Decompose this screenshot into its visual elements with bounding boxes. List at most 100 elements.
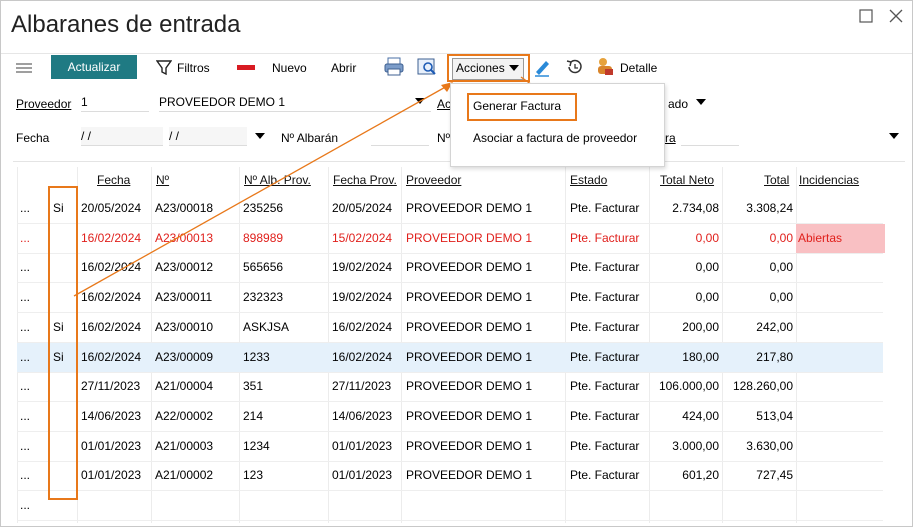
cell-total-neto: 3.000,00 (672, 438, 719, 453)
table-row[interactable]: ... Si 20/05/2024 A23/00018 235256 20/05/2024… (17, 194, 883, 224)
cell-total: 0,00 (769, 260, 793, 275)
chevron-down-icon[interactable] (696, 99, 706, 106)
chevron-down-icon[interactable] (255, 133, 265, 140)
preview-icon[interactable] (416, 57, 438, 77)
date-from-field[interactable]: / / (81, 127, 163, 146)
albaran-field[interactable] (371, 127, 429, 146)
close-icon[interactable] (887, 7, 905, 25)
maximize-icon[interactable] (857, 7, 875, 25)
cell-fecha: 16/02/2024 (81, 230, 142, 245)
col-header-estado[interactable]: Estado (570, 173, 607, 187)
table-row[interactable]: ... Si 16/02/2024 A23/00009 1233 16/02/2024 PR… (17, 342, 883, 373)
cell-incidencias: Abiertas (796, 223, 885, 253)
cell-fecha: 16/02/2024 (81, 260, 142, 275)
refresh-button[interactable]: Actualizar (51, 55, 137, 79)
cell-total: 242,00 (756, 319, 793, 334)
table-row[interactable]: ... 01/01/2023 A21/00003 1234 01/01/2023 PROV… (17, 432, 883, 462)
row-menu[interactable]: ... (20, 372, 40, 401)
row-menu[interactable]: ... (20, 432, 40, 461)
cell-estado: Pte. Facturar (570, 319, 640, 334)
estado-label-partial: ado (668, 97, 689, 111)
table-row[interactable]: ... 16/02/2024 A23/00011 232323 19/02/2024 PR… (17, 283, 883, 314)
cell-proveedor: PROVEEDOR DEMO 1 (406, 319, 533, 334)
table-row[interactable]: ... (17, 491, 883, 521)
row-menu[interactable]: ... (20, 253, 40, 282)
table-row[interactable]: ... 01/01/2023 A21/00002 123 01/01/2023 PROVE… (17, 461, 883, 492)
cell-proveedor (406, 491, 566, 520)
history-icon[interactable] (565, 58, 583, 76)
hamburger-icon[interactable] (15, 61, 33, 75)
col-header-total-neto[interactable]: Total Neto (660, 173, 714, 187)
cell-total-neto: 0,00 (695, 260, 719, 275)
cell-fecha: 20/05/2024 (81, 201, 142, 215)
cell-incidencias (796, 372, 883, 401)
cell-estado (570, 491, 650, 520)
cell-total-neto: 106.000,00 (658, 379, 719, 394)
si-column-highlight (48, 186, 78, 500)
date-label: Fecha (16, 131, 50, 145)
row-menu[interactable]: ... (20, 402, 40, 431)
cell-incidencias (796, 461, 883, 490)
provider-label[interactable]: Proveedor (16, 97, 71, 111)
cell-proveedor: PROVEEDOR DEMO 1 (406, 260, 533, 275)
provider-code-field[interactable]: 1 (81, 93, 149, 112)
chevron-down-icon[interactable] (889, 133, 899, 140)
cell-total-neto: 0,00 (695, 230, 719, 245)
row-menu[interactable]: ... (20, 343, 40, 372)
cell-num: A23/00009 (155, 349, 214, 364)
ra-field[interactable] (681, 127, 739, 146)
chevron-down-icon[interactable] (415, 98, 425, 105)
cell-num: A23/00010 (155, 319, 214, 334)
cell-total: 513,04 (756, 408, 793, 423)
table-row[interactable]: ... 16/02/2024 A23/00013 898989 15/02/2024 PR… (17, 223, 885, 254)
cell-total-neto: 424,00 (682, 408, 719, 423)
cell-total: 217,80 (756, 349, 793, 364)
cell-total-neto: 601,20 (682, 468, 719, 483)
table-row[interactable]: ... 16/02/2024 A23/00012 565656 19/02/2024 PR… (17, 253, 883, 284)
row-menu[interactable]: ... (20, 194, 40, 223)
edit-pencil-icon[interactable] (533, 57, 551, 77)
detail-button[interactable]: Detalle (620, 58, 657, 78)
col-header-fecha-prov[interactable]: Fecha Prov. (333, 173, 397, 187)
new-button[interactable]: Nuevo (272, 58, 307, 78)
cell-fecha: 16/02/2024 (81, 349, 142, 364)
row-menu[interactable]: ... (20, 283, 40, 312)
col-header-proveedor[interactable]: Proveedor (406, 173, 461, 187)
detail-icon (598, 58, 613, 75)
open-button[interactable]: Abrir (331, 58, 356, 78)
cell-fecha-prov (332, 491, 404, 520)
cell-proveedor: PROVEEDOR DEMO 1 (406, 230, 533, 245)
cell-fecha-prov: 20/05/2024 (332, 201, 393, 215)
cell-fecha-prov: 16/02/2024 (332, 349, 393, 364)
col-header-incidencias[interactable]: Incidencias (799, 173, 859, 187)
table-row[interactable]: ... 27/11/2023 A21/00004 351 27/11/2023 PROVE… (17, 372, 883, 403)
filters-button[interactable]: Filtros (177, 58, 210, 78)
cell-fecha-prov: 16/02/2024 (332, 319, 393, 334)
date-to-field[interactable]: / / (169, 127, 247, 146)
cell-num (155, 491, 237, 520)
cell-alb-prov: 898989 (243, 230, 284, 245)
cell-alb-prov: 232323 (243, 290, 284, 305)
print-icon[interactable] (383, 57, 405, 77)
cell-fecha-prov: 14/06/2023 (332, 408, 393, 423)
cell-incidencias (796, 313, 883, 342)
provider-name-field[interactable]: PROVEEDOR DEMO 1 (159, 93, 431, 112)
col-header-fecha[interactable]: Fecha (97, 173, 130, 187)
cell-total: 727,45 (756, 468, 793, 483)
row-menu[interactable]: ... (20, 224, 40, 253)
row-menu[interactable]: ... (20, 313, 40, 342)
col-header-total[interactable]: Total (764, 173, 789, 187)
row-menu[interactable]: ... (20, 461, 40, 490)
cell-incidencias (796, 283, 883, 312)
cell-total-neto: 0,00 (695, 290, 719, 305)
cell-alb-prov: ASKJSA (243, 319, 290, 334)
table-row[interactable]: ... 14/06/2023 A22/00002 214 14/06/2023 PROVE… (17, 402, 883, 432)
ac-label-partial: Ac (437, 97, 452, 111)
col-header-num[interactable]: Nº (156, 173, 169, 187)
cell-estado: Pte. Facturar (570, 468, 640, 483)
menu-item-asociar-factura[interactable]: Asociar a factura de proveedor (473, 131, 637, 145)
cell-total (725, 491, 793, 520)
table-row[interactable]: ... Si 16/02/2024 A23/00010 ASKJSA 16/02/2024… (17, 313, 883, 343)
row-menu[interactable]: ... (20, 491, 40, 520)
col-header-alb-prov[interactable]: Nº Alb. Prov. (244, 173, 311, 187)
